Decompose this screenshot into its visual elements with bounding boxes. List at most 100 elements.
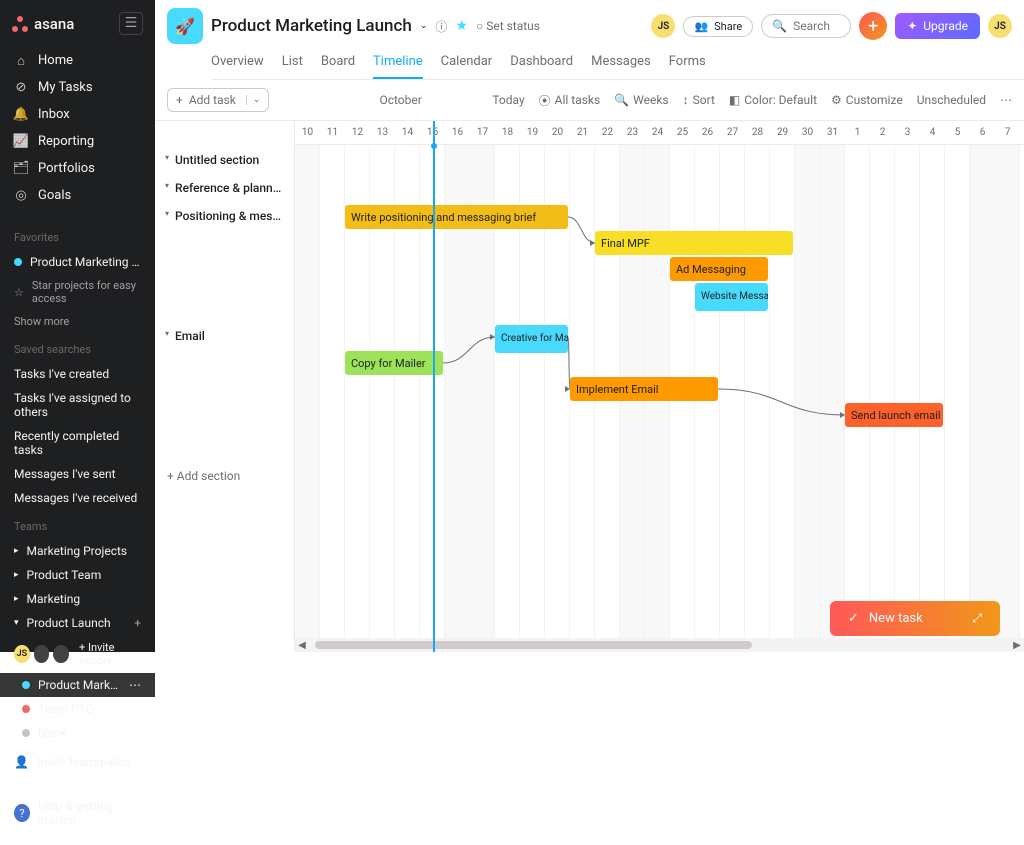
- section-header[interactable]: ▾Untitled section: [155, 145, 294, 173]
- project-dropdown[interactable]: ⌄: [420, 21, 428, 31]
- gantt-task[interactable]: Copy for Mailer: [345, 351, 443, 375]
- day-header: 27: [720, 121, 745, 144]
- gantt-task[interactable]: Write positioning and messaging brief: [345, 205, 568, 229]
- team-project[interactable]: blank: [0, 721, 155, 745]
- sidebar-nav-chart[interactable]: 📈Reporting: [0, 128, 155, 155]
- user-avatar[interactable]: JS: [988, 14, 1012, 38]
- add-task-dropdown[interactable]: ⌄: [246, 95, 261, 105]
- invite-people-button[interactable]: + Invite people: [79, 641, 141, 667]
- day-header: 28: [745, 121, 770, 144]
- horizontal-scrollbar[interactable]: ◀ ▶: [295, 638, 1024, 652]
- sidebar-nav-check-circle[interactable]: ⊘My Tasks: [0, 74, 155, 101]
- saved-search[interactable]: Tasks I've assigned to others: [0, 386, 155, 424]
- today-button[interactable]: Today: [492, 93, 524, 107]
- day-header: 12: [345, 121, 370, 144]
- tab-messages[interactable]: Messages: [591, 48, 651, 79]
- add-task-button[interactable]: + Add task ⌄: [167, 88, 269, 112]
- team-item[interactable]: ▾Product Launch+: [0, 611, 155, 635]
- info-icon[interactable]: ⓘ: [435, 18, 447, 35]
- saved-search[interactable]: Messages I've sent: [0, 462, 155, 486]
- sidebar-collapse-button[interactable]: [119, 12, 143, 35]
- star-hint: ☆ Star projects for easy access: [0, 274, 155, 310]
- upgrade-button[interactable]: ✦ Upgrade: [895, 13, 980, 39]
- star-icon[interactable]: ★: [455, 18, 468, 34]
- team-avatar[interactable]: JS: [14, 645, 30, 663]
- people-icon: 👥: [694, 20, 708, 33]
- invite-teammates-button[interactable]: 👤 Invite teammates: [0, 745, 155, 779]
- gantt-task[interactable]: Ad Messaging: [670, 257, 768, 281]
- add-section-button[interactable]: + Add section: [155, 451, 294, 501]
- scroll-thumb[interactable]: [315, 641, 752, 649]
- team-item[interactable]: ▸Marketing Projects: [0, 539, 155, 563]
- saved-search[interactable]: Recently completed tasks: [0, 424, 155, 462]
- day-header: 21: [570, 121, 595, 144]
- color-button[interactable]: ◧ Color: Default: [729, 93, 817, 107]
- team-item[interactable]: ▸Product Team: [0, 563, 155, 587]
- more-icon[interactable]: ⋯: [129, 678, 141, 692]
- unscheduled-button[interactable]: Unscheduled: [917, 93, 986, 107]
- day-header: 23: [620, 121, 645, 144]
- search-icon: 🔍: [772, 19, 787, 33]
- tab-board[interactable]: Board: [321, 48, 355, 79]
- day-header: 7: [995, 121, 1020, 144]
- gantt-task[interactable]: Final MPF: [595, 231, 793, 255]
- section-header[interactable]: ▾Positioning & mess...: [155, 201, 294, 321]
- gantt-task[interactable]: Send launch email: [845, 403, 943, 427]
- favorites-label: Favorites: [0, 221, 155, 250]
- show-more[interactable]: Show more: [0, 310, 155, 333]
- day-header: 24: [645, 121, 670, 144]
- day-header: 3: [895, 121, 920, 144]
- sidebar-nav-briefcase[interactable]: 🗂Portfolios: [0, 155, 155, 182]
- set-status-button[interactable]: ○ Set status: [476, 19, 540, 33]
- day-header: 10: [295, 121, 320, 144]
- saved-search[interactable]: Messages I've received: [0, 486, 155, 510]
- sidebar-nav-target[interactable]: ◎Goals: [0, 182, 155, 209]
- saved-search[interactable]: Tasks I've created: [0, 362, 155, 386]
- target-icon: ◎: [14, 189, 28, 203]
- tab-forms[interactable]: Forms: [669, 48, 706, 79]
- project-icon[interactable]: 🚀: [167, 8, 203, 44]
- tab-overview[interactable]: Overview: [211, 48, 264, 79]
- member-avatar[interactable]: JS: [651, 14, 675, 38]
- share-button[interactable]: 👥 Share: [683, 16, 753, 37]
- scroll-left[interactable]: ◀: [295, 640, 309, 651]
- team-item[interactable]: ▸Marketing: [0, 587, 155, 611]
- gantt-task[interactable]: Creative for Mailer: [495, 325, 568, 353]
- sidebar: asana ⌂Home⊘My Tasks🔔Inbox📈Reporting🗂Por…: [0, 0, 155, 652]
- sidebar-nav-bell[interactable]: 🔔Inbox: [0, 101, 155, 128]
- favorite-project[interactable]: Product Marketing Lau...: [0, 250, 155, 274]
- section-header[interactable]: ▾Reference & planni...: [155, 173, 294, 201]
- add-project-icon[interactable]: +: [134, 616, 141, 630]
- team-avatar-empty: [53, 645, 69, 663]
- tab-calendar[interactable]: Calendar: [441, 48, 493, 79]
- zoom-weeks[interactable]: 🔍 Weeks: [614, 93, 668, 107]
- sort-button[interactable]: ↕ Sort: [683, 93, 715, 107]
- tab-list[interactable]: List: [282, 48, 303, 79]
- search-input[interactable]: 🔍: [761, 14, 851, 38]
- tab-dashboard[interactable]: Dashboard: [510, 48, 573, 79]
- day-header: 1: [845, 121, 870, 144]
- team-project[interactable]: Team PTO: [0, 697, 155, 721]
- day-header: 30: [795, 121, 820, 144]
- day-header: 26: [695, 121, 720, 144]
- global-add-button[interactable]: +: [859, 12, 887, 40]
- saved-searches-label: Saved searches: [0, 333, 155, 362]
- asana-logo[interactable]: asana: [12, 15, 74, 33]
- chart-icon: 📈: [14, 135, 28, 149]
- help-button[interactable]: ? Help & getting started: [0, 787, 155, 845]
- scroll-right[interactable]: ▶: [1010, 640, 1024, 651]
- sidebar-nav-home[interactable]: ⌂Home: [0, 47, 155, 74]
- all-tasks-filter[interactable]: ⦿ All tasks: [539, 92, 601, 109]
- customize-button[interactable]: ⚙ Customize: [831, 93, 903, 107]
- team-project[interactable]: Product Marketing Lau...⋯: [0, 673, 155, 697]
- day-header: 4: [920, 121, 945, 144]
- more-button[interactable]: ⋯: [1000, 93, 1012, 107]
- new-task-fab[interactable]: ✓ New task ⤢: [830, 601, 1000, 636]
- tab-timeline[interactable]: Timeline: [373, 48, 423, 79]
- section-header[interactable]: ▾Email: [155, 321, 294, 451]
- help-icon: ?: [14, 804, 30, 822]
- project-title[interactable]: Product Marketing Launch: [211, 16, 412, 36]
- expand-icon[interactable]: ⤢: [972, 611, 982, 626]
- gantt-task[interactable]: Implement Email: [570, 377, 718, 401]
- gantt-task[interactable]: Website Messaging: [695, 283, 768, 311]
